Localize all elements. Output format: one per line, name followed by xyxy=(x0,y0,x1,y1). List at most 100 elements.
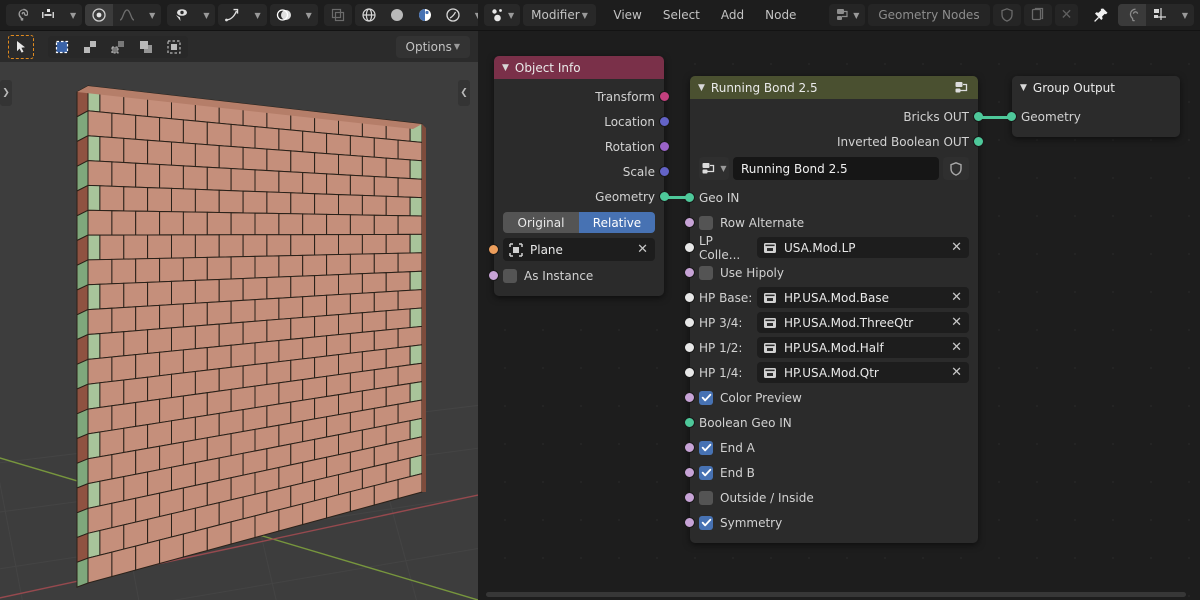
overlays-group[interactable]: ▼ xyxy=(269,4,318,26)
node-editor-hscrollbar[interactable] xyxy=(486,592,1186,597)
node-group-name[interactable]: Running Bond 2.5 xyxy=(733,157,939,180)
node-socket[interactable] xyxy=(659,90,670,102)
options-dropdown[interactable]: Options ▼ xyxy=(395,35,470,58)
node-socket[interactable] xyxy=(659,140,670,152)
node-running-bond[interactable]: ▼ Running Bond 2.5 Bricks OUT Inverted Bool… xyxy=(684,76,984,543)
visibility-dropdown[interactable]: ▼ xyxy=(195,4,215,26)
geometry-node-editor[interactable]: ▼ Object Info Transform Location Rotation Sca… xyxy=(478,0,1200,600)
datablock-type-button[interactable]: ▼ xyxy=(829,4,866,26)
node-group-type-button[interactable]: ▼ xyxy=(699,157,729,180)
transform-space-option-original[interactable]: Original xyxy=(503,212,579,233)
node-socket[interactable] xyxy=(684,216,695,228)
node-socket[interactable] xyxy=(684,416,695,428)
shading-solid[interactable] xyxy=(383,4,411,26)
checkbox[interactable] xyxy=(699,490,713,505)
viewport-right-panel-arrow[interactable]: ❮ xyxy=(458,80,470,106)
transform-space-option-relative[interactable]: Relative xyxy=(579,212,655,233)
node-overlay-button[interactable] xyxy=(1146,4,1174,26)
idfield[interactable]: USA.Mod.LP ✕ xyxy=(757,237,969,258)
node-socket[interactable] xyxy=(684,316,695,328)
node-socket[interactable] xyxy=(973,135,984,147)
snap-and-overlay-group[interactable]: ▼ xyxy=(1117,4,1194,26)
overlays-button[interactable] xyxy=(270,4,298,26)
idfield[interactable]: HP.USA.Mod.Base ✕ xyxy=(757,287,969,308)
node-link[interactable] xyxy=(662,196,692,199)
editor-type-and-snap[interactable]: ▼ xyxy=(6,4,83,26)
editor-type-button[interactable] xyxy=(6,4,34,26)
node-socket[interactable] xyxy=(684,441,695,453)
falloff-dropdown[interactable]: ▼ xyxy=(141,4,161,26)
shading-dropdown[interactable]: ▼ xyxy=(467,4,478,26)
xray-toggle[interactable] xyxy=(323,4,352,26)
node-editor-header[interactable]: ▼ Modifier ▼ View Select Add Node ▼ Geom… xyxy=(478,0,1200,31)
gizmo-button[interactable] xyxy=(218,4,246,26)
clear-idfield-button[interactable]: ✕ xyxy=(949,290,964,305)
snap-dropdown[interactable]: ▼ xyxy=(62,4,82,26)
node-link[interactable] xyxy=(976,116,1014,119)
node-editor-canvas[interactable]: ▼ Object Info Transform Location Rotation Sca… xyxy=(478,31,1200,600)
fake-user-button[interactable] xyxy=(992,4,1021,26)
node-header[interactable]: ▼ Object Info xyxy=(494,56,664,79)
node-socket[interactable] xyxy=(684,291,695,303)
viewport-scene[interactable] xyxy=(0,0,478,600)
select-extend-mode[interactable] xyxy=(132,36,160,58)
shading-group[interactable]: ▼ xyxy=(354,4,478,26)
node-socket[interactable] xyxy=(684,391,695,403)
viewport-header[interactable]: ▼ ▼ ▼ ▼ ▼ ▼ xyxy=(0,0,478,31)
clear-idfield-button[interactable]: ✕ xyxy=(949,315,964,330)
node-overlay-dropdown[interactable]: ▼ xyxy=(1174,4,1194,26)
node-group-output[interactable]: ▼ Group Output Geometry xyxy=(1006,76,1180,137)
menu-add[interactable]: Add xyxy=(712,4,753,26)
transform-space-toggle[interactable]: Original Relative xyxy=(503,212,655,233)
clear-object-button[interactable]: ✕ xyxy=(635,242,650,257)
checkbox[interactable] xyxy=(699,515,713,530)
menu-select[interactable]: Select xyxy=(654,4,709,26)
node-socket[interactable] xyxy=(684,241,695,253)
clear-idfield-button[interactable]: ✕ xyxy=(949,240,964,255)
gizmo-dropdown[interactable]: ▼ xyxy=(246,4,266,26)
datablock-name-field[interactable]: Geometry Nodes xyxy=(868,4,990,26)
overlays-dropdown[interactable]: ▼ xyxy=(298,4,318,26)
visibility-button[interactable] xyxy=(167,4,195,26)
select-box-mode[interactable] xyxy=(48,36,76,58)
as-instance-checkbox[interactable] xyxy=(503,268,517,283)
unlink-datablock-button[interactable]: ✕ xyxy=(1054,4,1079,26)
node-socket[interactable] xyxy=(684,516,695,528)
node-socket[interactable] xyxy=(684,366,695,378)
chevron-down-icon[interactable]: ▼ xyxy=(1020,83,1027,93)
node-socket[interactable] xyxy=(659,165,670,177)
node-object-info[interactable]: ▼ Object Info Transform Location Rotation Sca… xyxy=(488,56,670,296)
node-socket[interactable] xyxy=(684,491,695,503)
object-field[interactable]: Plane ✕ xyxy=(503,238,655,261)
editor-type-button[interactable]: ▼ xyxy=(484,4,521,26)
node-socket[interactable] xyxy=(488,243,499,255)
proportional-edit-toggle[interactable] xyxy=(85,4,114,26)
snap-toggle-button[interactable] xyxy=(1117,4,1146,26)
gizmo-group[interactable]: ▼ xyxy=(218,4,267,26)
checkbox[interactable] xyxy=(699,265,713,280)
node-header[interactable]: ▼ Group Output xyxy=(1012,76,1180,99)
tweak-cursor-tool[interactable] xyxy=(8,34,34,59)
idfield[interactable]: HP.USA.Mod.ThreeQtr ✕ xyxy=(757,312,969,333)
shading-material[interactable] xyxy=(411,4,439,26)
checkbox[interactable] xyxy=(699,465,713,480)
menu-node[interactable]: Node xyxy=(756,4,805,26)
pin-button[interactable] xyxy=(1087,4,1115,26)
clear-idfield-button[interactable]: ✕ xyxy=(949,365,964,380)
duplicate-datablock-button[interactable] xyxy=(1023,4,1052,26)
node-socket[interactable] xyxy=(684,466,695,478)
select-lasso-mode[interactable] xyxy=(104,36,132,58)
falloff-button[interactable] xyxy=(113,4,141,26)
clear-idfield-button[interactable]: ✕ xyxy=(949,340,964,355)
shading-wireframe[interactable] xyxy=(355,4,383,26)
3d-viewport[interactable]: ▼ ▼ ▼ ▼ ▼ ▼ Options ▼ ❯ ❮ xyxy=(0,0,478,600)
select-mode-group[interactable] xyxy=(48,35,188,58)
visibility-group[interactable]: ▼ xyxy=(167,4,216,26)
node-socket[interactable] xyxy=(659,115,670,127)
snap-toggle-button[interactable] xyxy=(34,4,62,26)
checkbox[interactable] xyxy=(699,440,713,455)
fake-user-button[interactable] xyxy=(943,157,969,180)
checkbox[interactable] xyxy=(699,215,713,230)
viewport-left-panel-arrow[interactable]: ❯ xyxy=(0,80,12,106)
checkbox[interactable] xyxy=(699,390,713,405)
